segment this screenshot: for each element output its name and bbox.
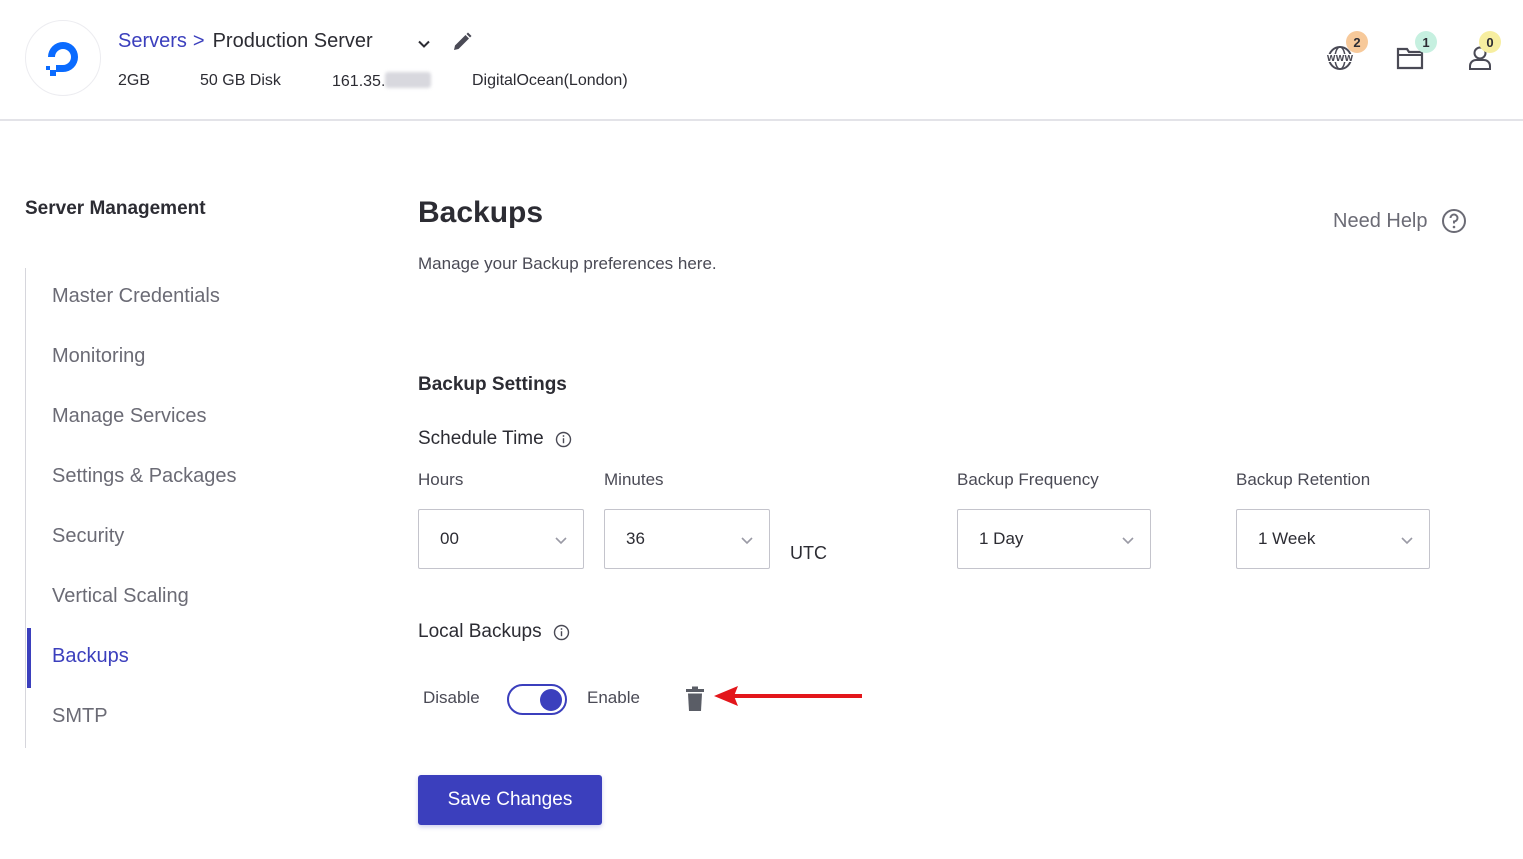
schedule-time-text: Schedule Time	[418, 428, 544, 449]
breadcrumb-separator: >	[192, 30, 205, 52]
minutes-value: 36	[626, 529, 645, 548]
backup-frequency-label: Backup Frequency	[957, 470, 1099, 489]
sidebar-item-manage-services[interactable]: Manage Services	[52, 405, 207, 428]
backup-retention-value: 1 Week	[1258, 529, 1316, 548]
annotation-arrow	[714, 686, 862, 706]
server-name: Production Server	[212, 30, 373, 52]
local-backups-label: Local Backups	[418, 621, 570, 643]
backup-retention-label: Backup Retention	[1236, 470, 1371, 489]
info-icon[interactable]	[553, 624, 570, 641]
folder-count-badge: 1	[1415, 31, 1437, 53]
www-count-badge: 2	[1346, 31, 1368, 53]
server-disk: 50 GB Disk	[200, 72, 281, 89]
trash-icon[interactable]	[684, 686, 706, 712]
chevron-down-icon	[555, 537, 567, 545]
toggle-disable-label: Disable	[423, 688, 480, 707]
schedule-time-label: Schedule Time	[418, 428, 572, 450]
top-header: Servers > Production Server 2GB 50 GB Di…	[0, 0, 1523, 121]
sidebar-title: Server Management	[25, 198, 206, 219]
sidebar-item-settings-packages[interactable]: Settings & Packages	[52, 465, 237, 488]
local-backups-toggle[interactable]	[507, 684, 567, 715]
page-subtitle: Manage your Backup preferences here.	[418, 254, 717, 273]
sidebar-item-vertical-scaling[interactable]: Vertical Scaling	[52, 585, 189, 608]
svg-text:WWW: WWW	[1327, 54, 1354, 63]
breadcrumb: Servers > Production Server	[118, 30, 373, 53]
sidebar-item-monitoring[interactable]: Monitoring	[52, 345, 145, 368]
edit-pencil-icon[interactable]	[450, 30, 474, 54]
question-circle-icon	[1441, 209, 1466, 233]
local-backups-text: Local Backups	[418, 621, 542, 642]
digitalocean-logo[interactable]	[25, 20, 101, 96]
hours-select[interactable]: 00	[418, 509, 584, 569]
server-ram: 2GB	[118, 72, 151, 89]
backup-retention-select[interactable]: 1 Week	[1236, 509, 1430, 569]
info-icon[interactable]	[555, 431, 572, 448]
chevron-down-icon	[1401, 537, 1413, 545]
hours-value: 00	[440, 529, 459, 548]
minutes-label: Minutes	[604, 470, 664, 489]
sidebar-item-security[interactable]: Security	[52, 525, 124, 548]
server-location: DigitalOcean(London)	[472, 72, 628, 89]
chevron-down-icon	[741, 537, 753, 545]
sidebar-item-smtp[interactable]: SMTP	[52, 705, 108, 728]
digitalocean-logo-icon	[46, 42, 78, 76]
ip-redaction	[385, 72, 432, 88]
breadcrumb-servers-link[interactable]: Servers	[118, 30, 187, 53]
sidebar-active-indicator	[27, 628, 31, 688]
hours-label: Hours	[418, 470, 464, 489]
save-changes-button[interactable]: Save Changes	[418, 775, 602, 825]
server-ip: 161.35.	[332, 72, 432, 91]
sidebar-item-master-credentials[interactable]: Master Credentials	[52, 285, 220, 308]
backup-frequency-select[interactable]: 1 Day	[957, 509, 1151, 569]
user-count-badge: 0	[1479, 31, 1501, 53]
need-help-link[interactable]: Need Help	[1333, 208, 1467, 234]
sidebar-divider	[25, 268, 26, 748]
backup-settings-heading: Backup Settings	[418, 374, 567, 395]
backup-frequency-value: 1 Day	[979, 529, 1024, 548]
server-ip-text: 161.35.	[332, 73, 386, 90]
sidebar-item-backups[interactable]: Backups	[52, 645, 129, 668]
server-switcher-chevron-icon[interactable]	[413, 33, 435, 55]
need-help-label: Need Help	[1333, 209, 1428, 232]
minutes-select[interactable]: 36	[604, 509, 770, 569]
page-title: Backups	[418, 196, 544, 229]
chevron-down-icon	[1122, 537, 1134, 545]
toggle-enable-label: Enable	[587, 688, 640, 707]
timezone-label: UTC	[790, 543, 827, 563]
toggle-knob	[540, 689, 562, 711]
